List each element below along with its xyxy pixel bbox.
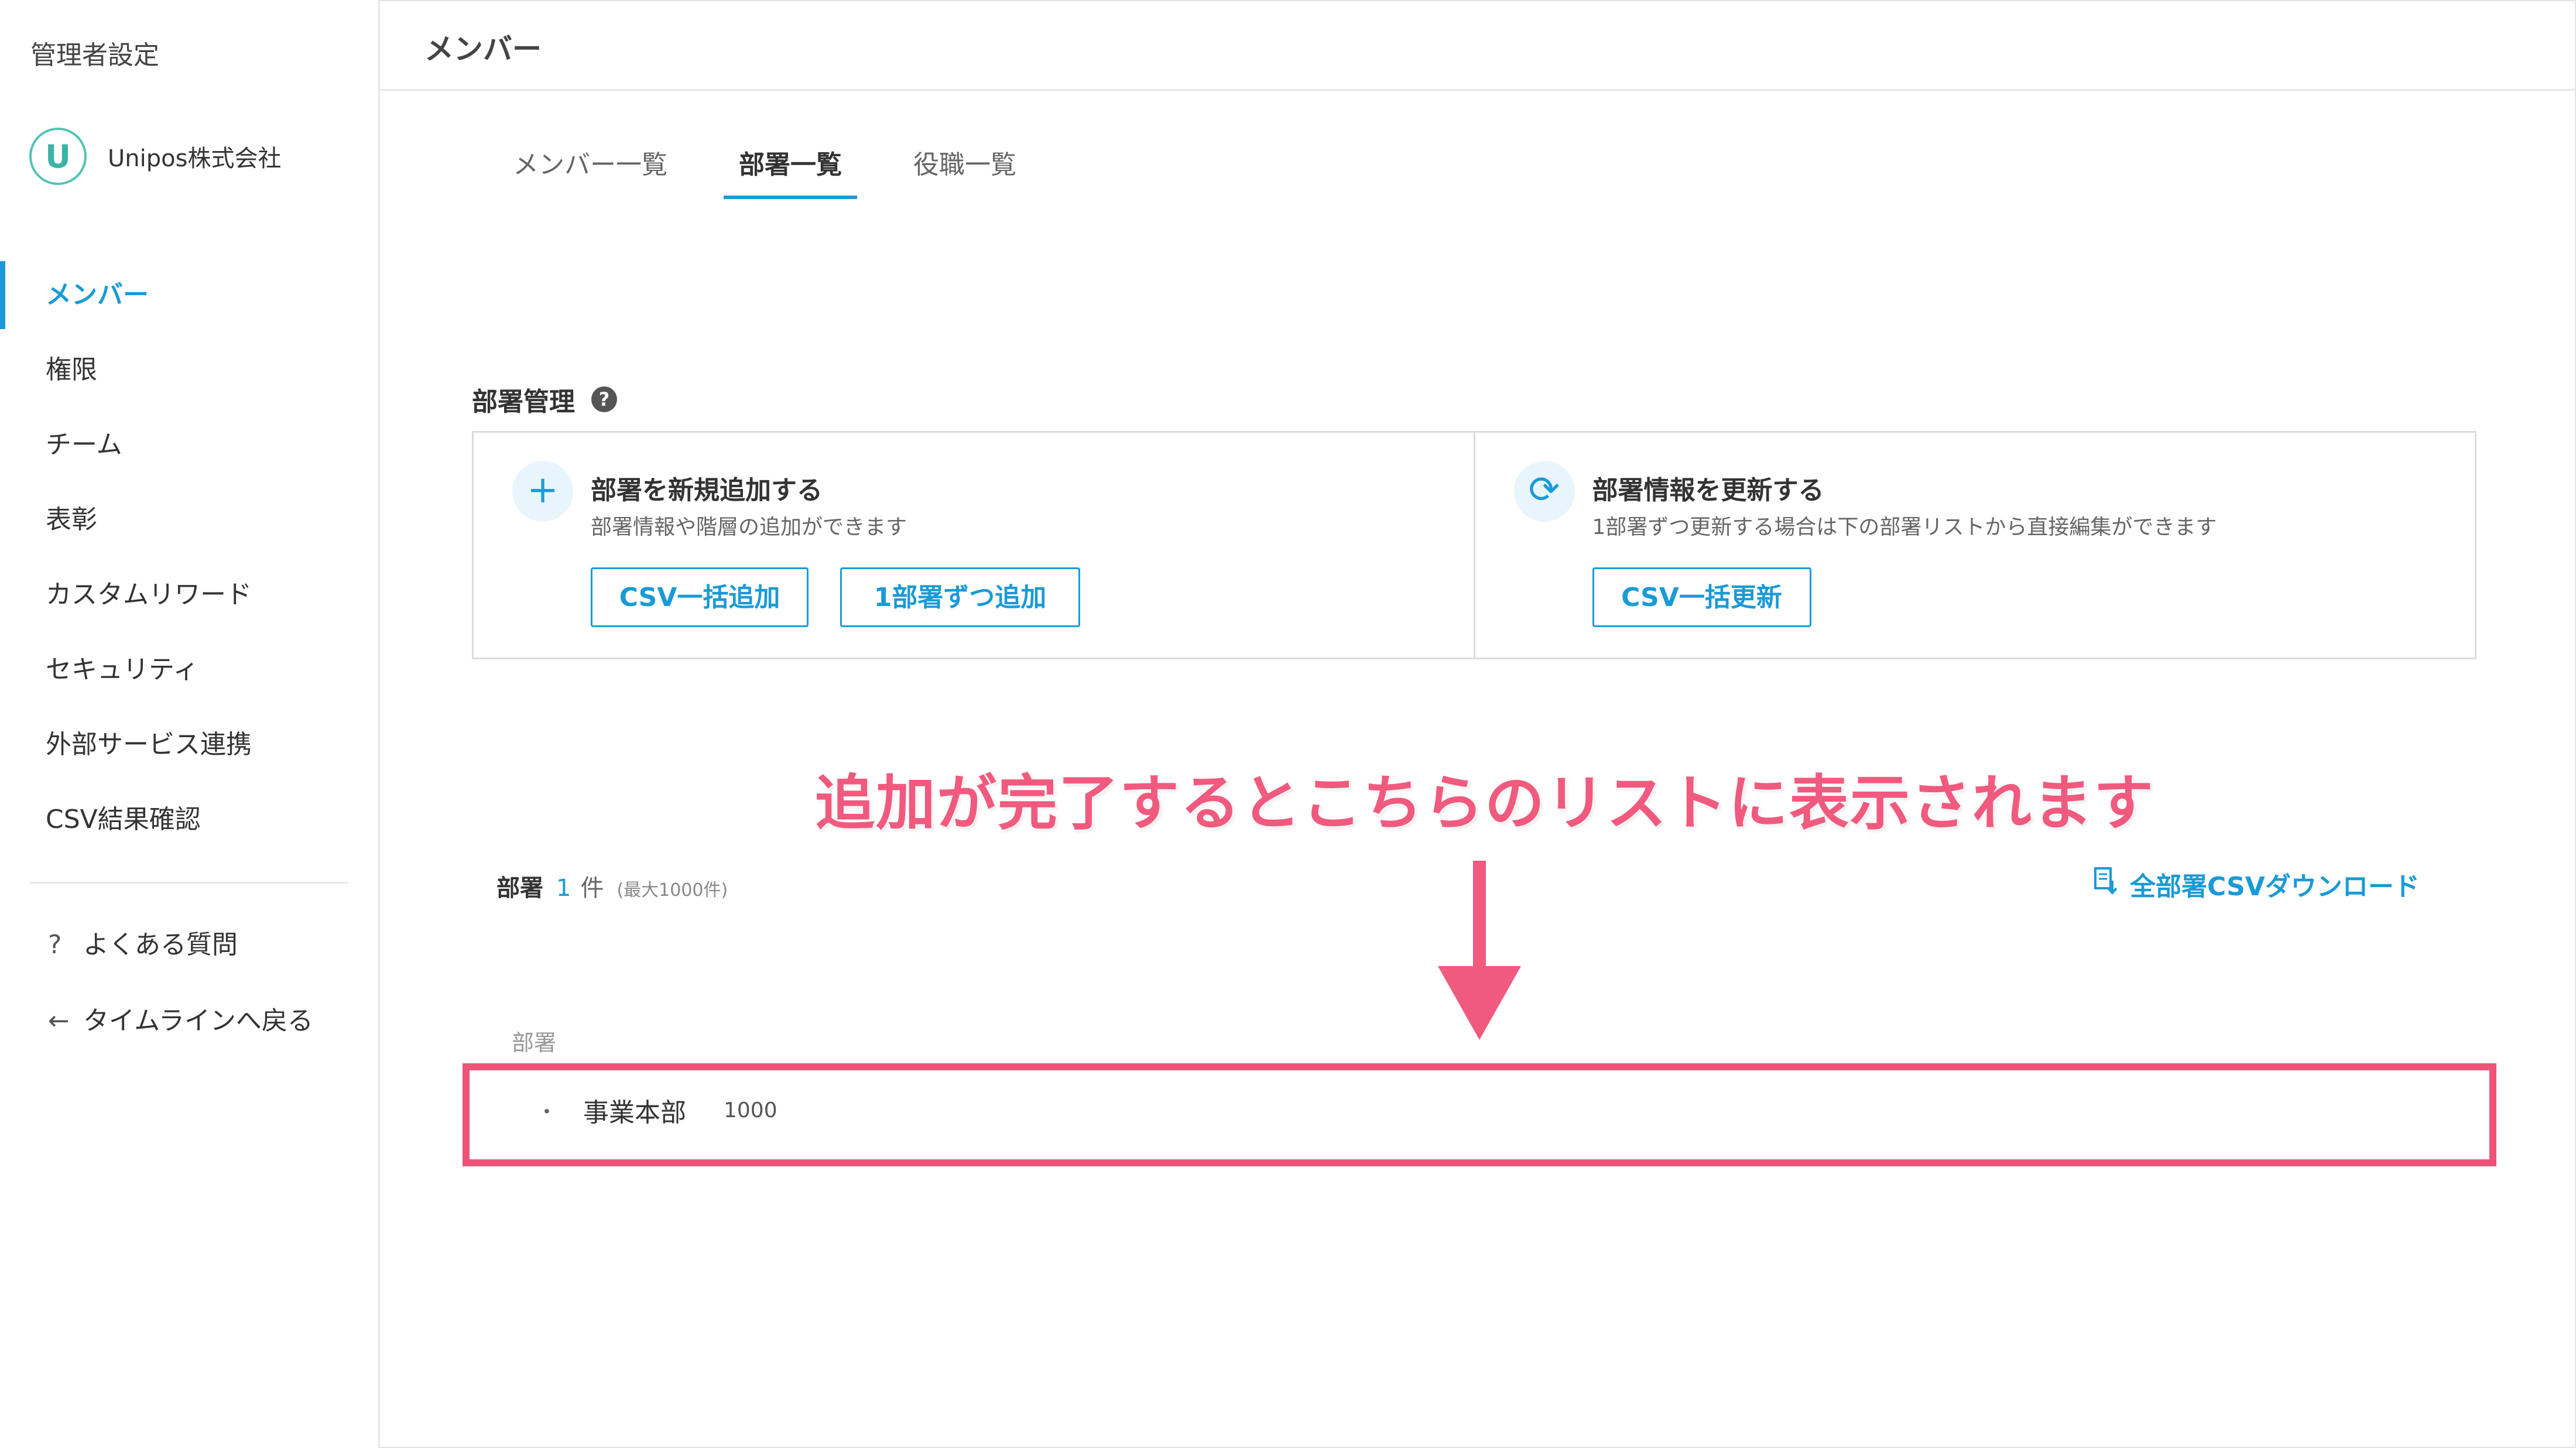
add-one-department-button[interactable]: 1部署ずつ追加 [840,567,1080,627]
plus-icon: + [512,461,573,522]
csv-bulk-update-button[interactable]: CSV一括更新 [1592,567,1811,627]
csv-bulk-add-button[interactable]: CSV一括追加 [591,567,809,627]
tab-bar: メンバー一覧 部署一覧 役職一覧 [498,136,1073,199]
list-count: 1 [556,875,571,902]
sidebar-item-custom-rewards[interactable]: カスタムリワード [0,557,378,632]
page-header: メンバー [380,0,2576,91]
department-name: 事業本部 [583,1098,686,1128]
sidebar-divider [29,882,348,884]
card-title: 部署を新規追加する [591,475,823,505]
company-name: Unipos株式会社 [108,145,282,172]
question-icon: ? [48,930,62,960]
company-logo-icon: U [29,128,87,185]
sidebar-item-permissions[interactable]: 権限 [0,333,378,408]
list-item[interactable]: ・ 事業本部 1000 [536,1093,777,1128]
company-info: U Unipos株式会社 [29,124,281,189]
tab-position-list[interactable]: 役職一覧 [898,136,1032,199]
list-label: 部署 [496,875,543,902]
back-label: タイムラインへ戻る [83,1006,313,1036]
page-title: メンバー [424,32,542,66]
annotation-text: 追加が完了するとこちらのリストに表示されます [815,769,2154,838]
annotation-arrow-shaft [1473,861,1486,972]
download-all-csv-link[interactable]: 全部署CSVダウンロード [2094,865,2420,903]
arrow-left-icon: ← [48,1006,70,1036]
document-download-icon [2094,867,2118,902]
list-unit: 件 [580,875,604,902]
tab-member-list[interactable]: メンバー一覧 [498,136,683,199]
refresh-icon: ⟳ [1513,461,1575,522]
section-title-label: 部署管理 [472,387,575,417]
sidebar-item-awards[interactable]: 表彰 [0,482,378,557]
download-label: 全部署CSVダウンロード [2130,872,2420,902]
sidebar-item-csv-results[interactable]: CSV結果確認 [0,782,378,857]
card-title: 部署情報を更新する [1592,475,1824,505]
help-icon[interactable]: ? [591,386,617,412]
department-member-count: 1000 [724,1098,777,1122]
annotation-arrow-down-icon [1438,966,1521,1040]
department-count-summary: 部署 1 件 (最大1000件) [496,869,728,903]
sidebar-item-security[interactable]: セキュリティ [0,632,378,707]
sidebar-nav: メンバー 権限 チーム 表彰 カスタムリワード セキュリティ 外部サービス連携 … [0,258,378,857]
faq-label: よくある質問 [83,930,238,960]
sidebar-item-members[interactable]: メンバー [0,258,378,333]
card-description: 1部署ずつ更新する場合は下の部署リストから直接編集ができます [1592,515,2217,539]
sidebar-item-teams[interactable]: チーム [0,408,378,482]
update-department-card: ⟳ 部署情報を更新する 1部署ずつ更新する場合は下の部署リストから直接編集ができ… [1473,433,2475,658]
section-title: 部署管理 ? [472,381,617,418]
card-description: 部署情報や階層の追加ができます [591,515,907,539]
window-frame [0,0,2576,1448]
faq-link[interactable]: ? よくある質問 [48,922,238,968]
list-max: (最大1000件) [616,880,728,901]
back-to-timeline-link[interactable]: ← タイムラインへ戻る [48,998,313,1045]
add-department-card: + 部署を新規追加する 部署情報や階層の追加ができます CSV一括追加 1部署ず… [474,433,1474,658]
department-management-panel: + 部署を新規追加する 部署情報や階層の追加ができます CSV一括追加 1部署ず… [472,431,2476,659]
tab-department-list[interactable]: 部署一覧 [724,136,857,199]
sidebar-title: 管理者設定 [30,40,159,70]
sidebar: 管理者設定 U Unipos株式会社 メンバー 権限 チーム 表彰 カスタムリワ… [0,0,380,1448]
column-header-department: 部署 [512,1030,557,1056]
bullet: ・ [536,1100,558,1124]
sidebar-item-integrations[interactable]: 外部サービス連携 [0,707,378,782]
